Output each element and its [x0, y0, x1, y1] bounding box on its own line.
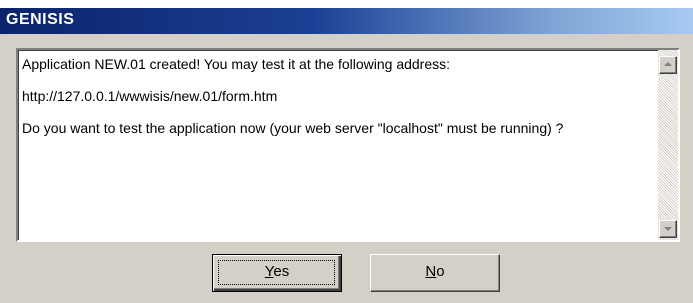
background-window-strip: [0, 0, 693, 8]
window-title: GENISIS: [6, 11, 75, 28]
message-created-line: Application NEW.01 created! You may test…: [22, 56, 451, 72]
yes-label-rest: es: [273, 263, 290, 280]
no-accelerator-key: N: [425, 263, 437, 280]
message-question-line: Do you want to test the application now …: [22, 120, 564, 136]
scroll-down-button[interactable]: [659, 220, 677, 238]
arrow-up-icon: [664, 62, 672, 66]
arrow-down-icon: [664, 227, 672, 231]
no-button-label: No: [425, 255, 444, 289]
message-textbox[interactable]: Application NEW.01 created! You may test…: [16, 48, 680, 242]
message-url-line: http://127.0.0.1/wwwisis/new.01/form.htm: [22, 88, 278, 104]
yes-button-label: Yes: [265, 255, 289, 289]
no-label-rest: o: [436, 263, 445, 280]
yes-button[interactable]: Yes: [212, 254, 342, 292]
scroll-up-button[interactable]: [659, 56, 677, 74]
no-button[interactable]: No: [370, 254, 500, 292]
dialog-window: GENISIS Application NEW.01 created! You …: [0, 0, 693, 303]
title-bar[interactable]: GENISIS: [0, 8, 693, 34]
vertical-scrollbar[interactable]: [658, 50, 678, 240]
message-body: Application NEW.01 created! You may test…: [22, 56, 654, 152]
